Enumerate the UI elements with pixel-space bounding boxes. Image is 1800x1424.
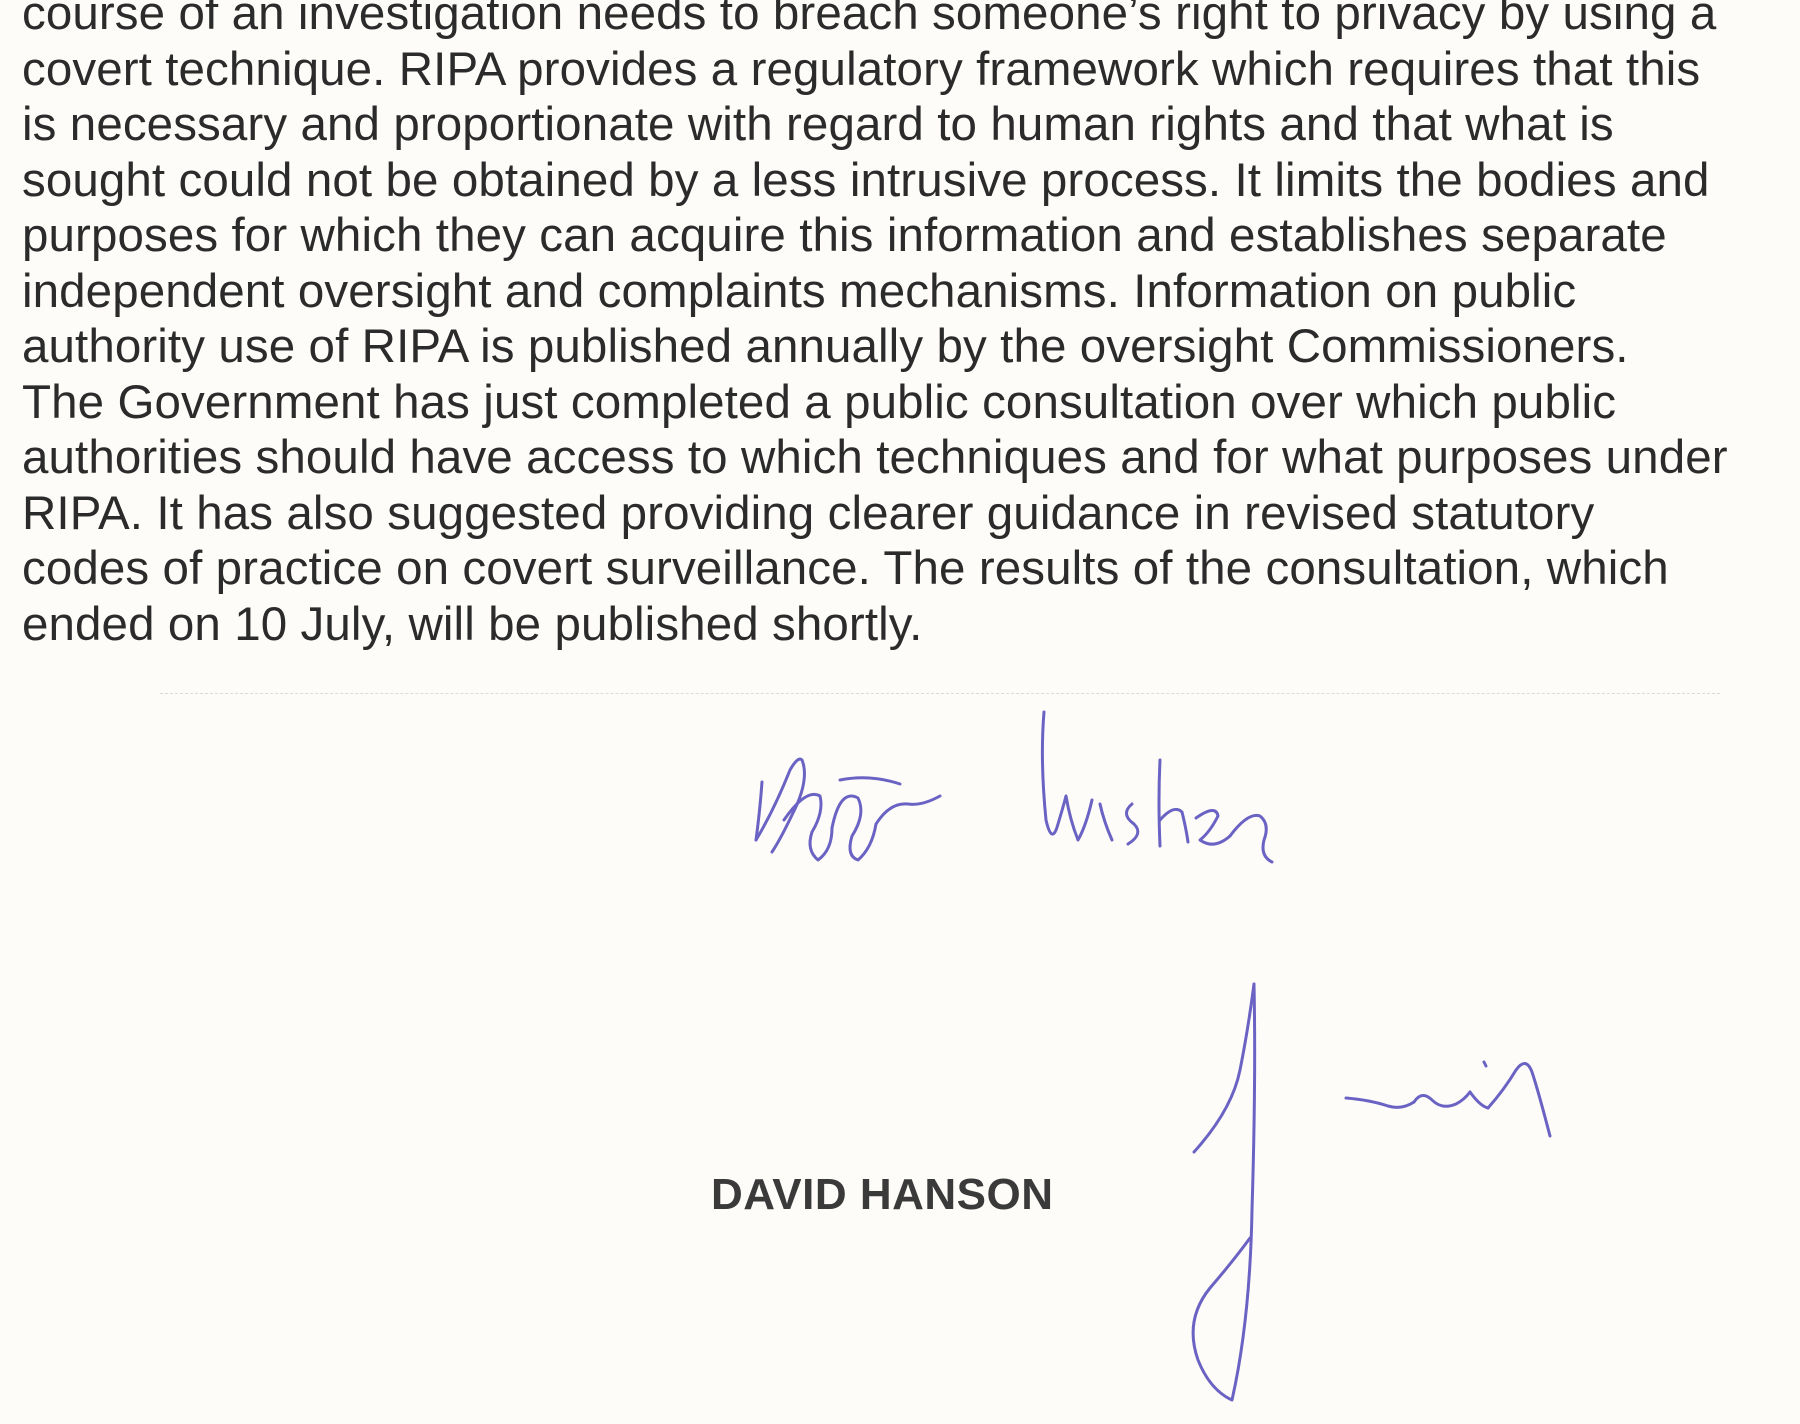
paper-fold-line [160, 693, 1720, 694]
letter-page: course of an investigation needs to brea… [0, 0, 1800, 1424]
body-line: sought could not be obtained by a less i… [22, 153, 1710, 207]
body-line: The Government has just completed a publ… [22, 375, 1617, 429]
signer-name: DAVID HANSON [711, 1170, 1054, 1219]
body-line: course of an investigation needs to brea… [22, 0, 1717, 40]
body-line: covert technique. RIPA provides a regula… [22, 42, 1701, 96]
body-line: authority use of RIPA is published annua… [22, 320, 1629, 373]
body-line: purposes for which they can acquire this… [22, 209, 1667, 262]
body-line: ended on 10 July, will be published shor… [22, 597, 923, 651]
body-line: RIPA. It has also suggested providing cl… [22, 486, 1595, 540]
body-line: codes of practice on covert surveillance… [22, 542, 1669, 595]
body-line: is necessary and proportionate with rega… [22, 98, 1614, 151]
handwritten-signature [1191, 982, 1552, 1402]
body-line: independent oversight and complaints mec… [22, 264, 1577, 318]
letter-body: course of an investigation needs to brea… [22, 0, 1792, 652]
handwritten-signoff [754, 710, 1274, 864]
body-line: authorities should have access to which … [22, 431, 1728, 484]
